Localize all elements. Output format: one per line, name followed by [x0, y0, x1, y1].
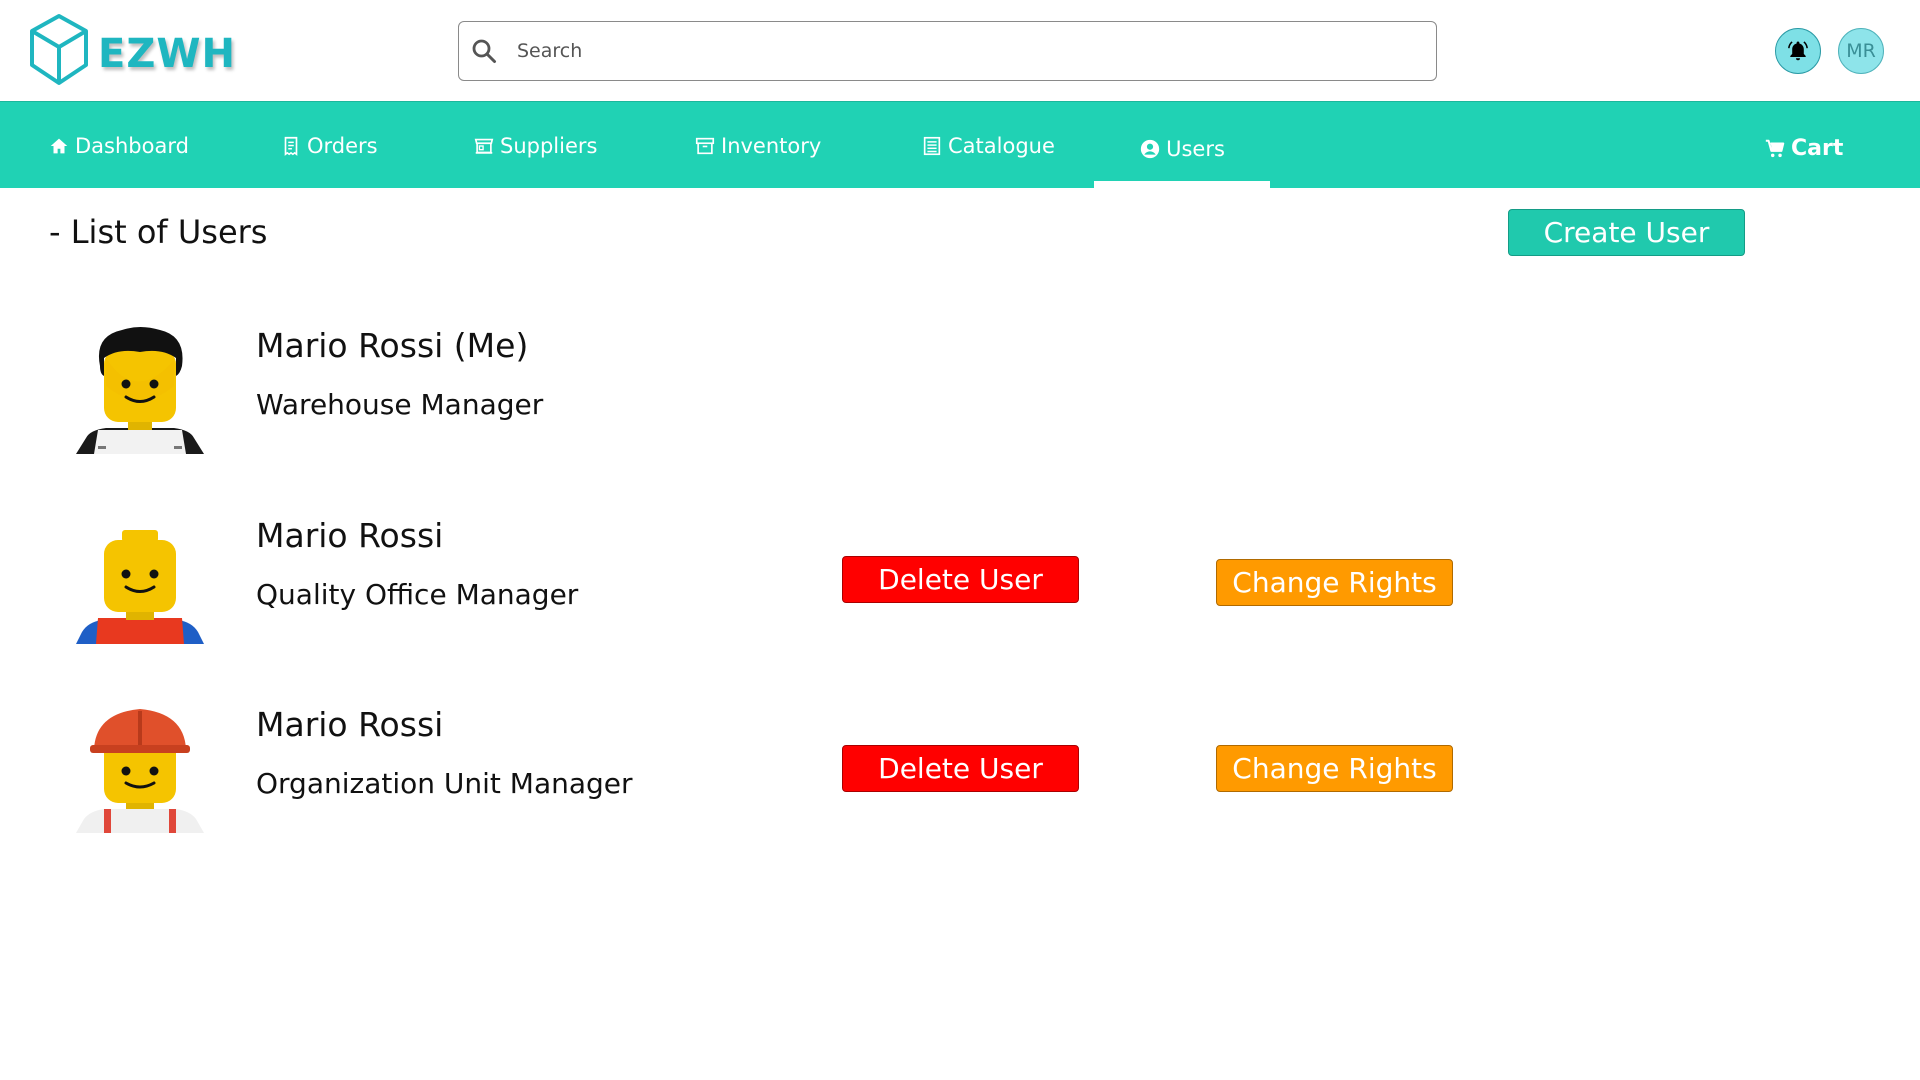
user-row: Mario Rossi (Me) Warehouse Manager [0, 326, 1920, 456]
user-role: Quality Office Manager [256, 578, 579, 611]
search-input[interactable] [517, 40, 1397, 62]
user-row: Mario Rossi Organization Unit Manager De… [0, 705, 1920, 835]
change-rights-button[interactable]: Change Rights [1216, 559, 1453, 606]
list-icon [923, 136, 941, 155]
nav-item-dashboard[interactable]: Dashboard [48, 102, 189, 189]
nav-label: Users [1166, 136, 1225, 161]
avatar-initials: MR [1846, 40, 1876, 62]
user-avatar-button[interactable]: MR [1838, 28, 1884, 74]
user-name: Mario Rossi (Me) [256, 326, 529, 365]
nav-label: Catalogue [948, 133, 1055, 158]
home-icon [50, 138, 68, 153]
nav-label: Dashboard [75, 133, 189, 158]
user-row: Mario Rossi Quality Office Manager Delet… [0, 516, 1920, 646]
nav-label: Suppliers [500, 133, 598, 158]
bell-icon [1788, 41, 1808, 61]
cart-button[interactable]: Cart [1764, 102, 1843, 189]
lego-avatar-hardhat-image [76, 709, 204, 833]
lego-avatar-bald-image [76, 530, 204, 644]
archive-icon [695, 137, 715, 154]
main-navigation: Dashboard Orders Suppliers Inventory Cat… [0, 101, 1920, 189]
cart-icon [1765, 139, 1785, 157]
user-name: Mario Rossi [256, 516, 444, 555]
create-user-button[interactable]: Create User [1508, 209, 1745, 256]
nav-item-suppliers[interactable]: Suppliers [473, 102, 597, 189]
delete-user-button[interactable]: Delete User [842, 745, 1079, 792]
logo-text: EZWH [98, 31, 236, 77]
user-role: Warehouse Manager [256, 388, 544, 421]
top-header: EZWH MR [0, 0, 1920, 101]
user-name: Mario Rossi [256, 705, 444, 744]
page-title: - List of Users [49, 213, 268, 251]
cart-label: Cart [1791, 136, 1844, 161]
user-role: Organization Unit Manager [256, 767, 633, 800]
search-icon [472, 39, 496, 63]
nav-item-inventory[interactable]: Inventory [694, 102, 821, 189]
nav-item-orders[interactable]: Orders [280, 102, 378, 189]
receipt-icon [284, 136, 298, 156]
change-rights-button[interactable]: Change Rights [1216, 745, 1453, 792]
nav-label: Inventory [721, 133, 822, 158]
store-icon [474, 138, 494, 154]
user-circle-icon [1140, 139, 1160, 158]
nav-item-users[interactable]: Users [1094, 102, 1270, 189]
app-logo[interactable]: EZWH [28, 13, 236, 87]
cube-logo-icon [30, 14, 88, 85]
notifications-button[interactable] [1775, 28, 1821, 74]
delete-user-button[interactable]: Delete User [842, 556, 1079, 603]
nav-item-catalogue[interactable]: Catalogue [921, 102, 1055, 189]
lego-avatar-black-hair-image [76, 327, 204, 454]
nav-label: Orders [307, 133, 378, 158]
search-bar[interactable] [458, 21, 1437, 81]
